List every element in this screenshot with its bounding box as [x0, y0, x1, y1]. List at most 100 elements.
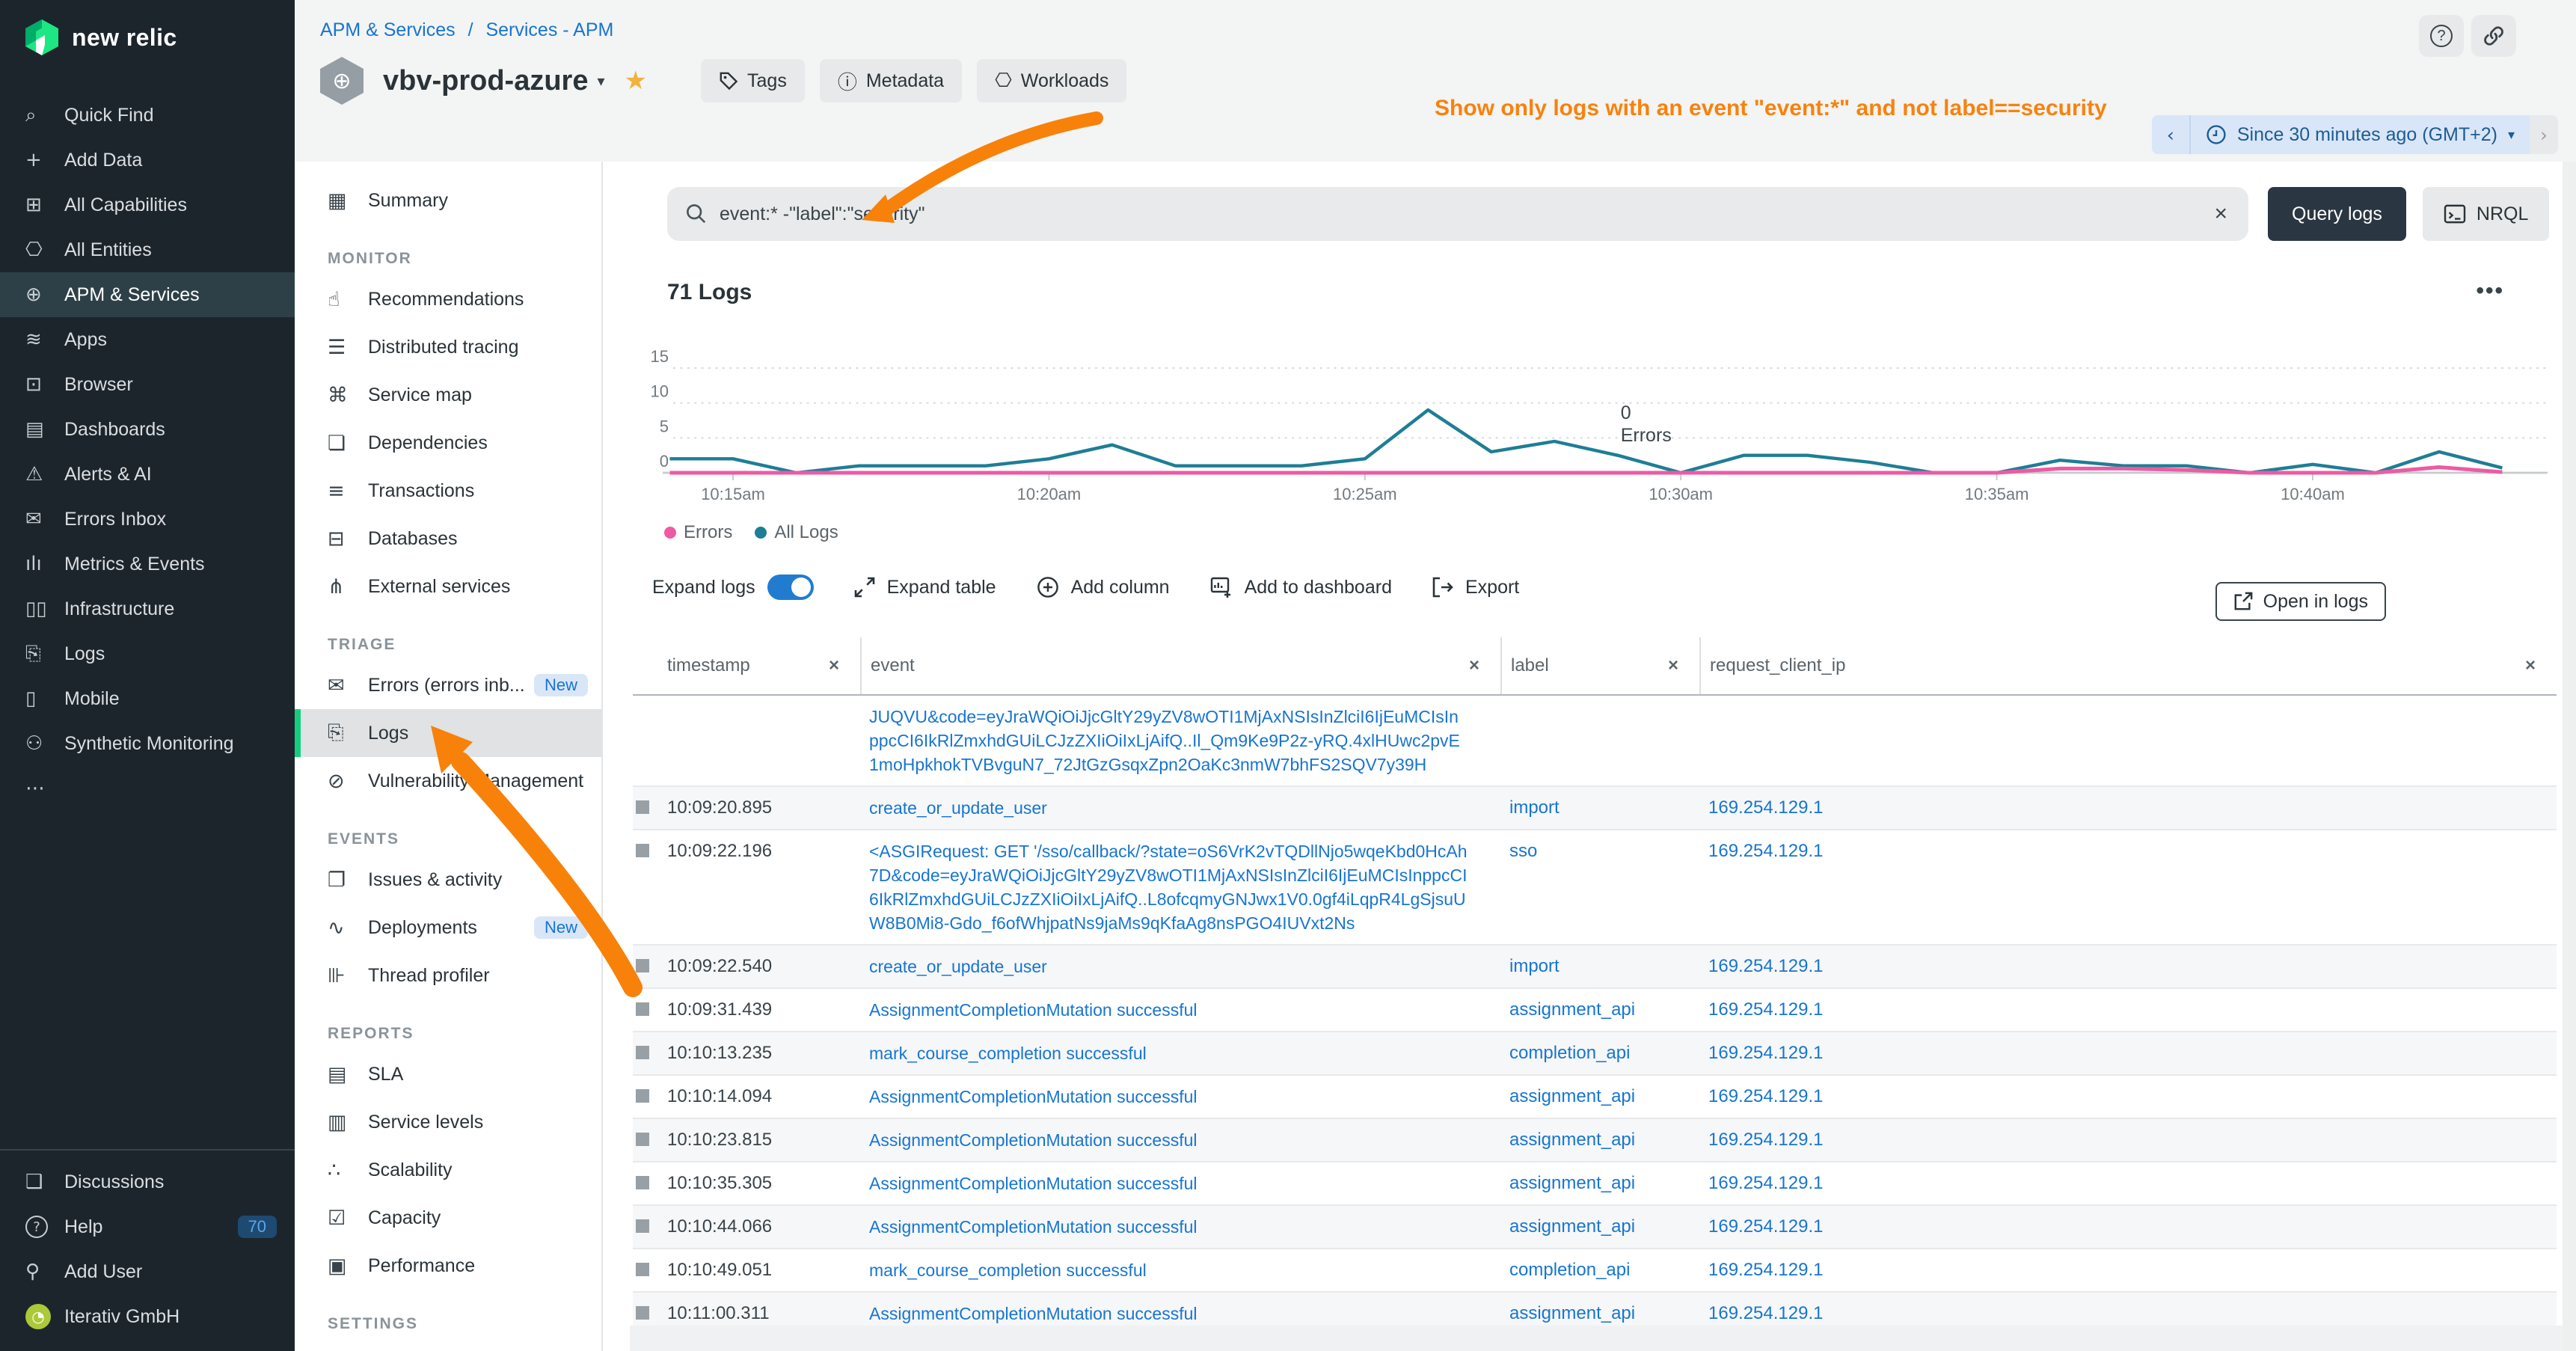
cell-request-client-ip-link[interactable]: 169.254.129.1 — [1708, 1173, 1823, 1193]
cell-request-client-ip-link[interactable]: 169.254.129.1 — [1708, 1086, 1823, 1106]
sidebar-item-logs[interactable]: ⎘Logs — [0, 631, 295, 676]
cell-label-link[interactable]: import — [1509, 797, 1560, 818]
table-row[interactable]: 10:10:23.815AssignmentCompletionMutation… — [633, 1119, 2557, 1162]
cell-event-link[interactable]: AssignmentCompletionMutation successful — [869, 1304, 1197, 1323]
subnav-item-databases[interactable]: ⊟Databases — [295, 515, 601, 563]
subnav-item-dependencies[interactable]: ❏Dependencies — [295, 419, 601, 467]
query-input[interactable] — [720, 203, 2211, 225]
row-selector-icon[interactable] — [636, 1046, 649, 1059]
remove-column-icon[interactable]: × — [829, 655, 839, 676]
cell-event-link[interactable]: mark_course_completion successful — [869, 1260, 1147, 1280]
table-row[interactable]: 10:10:14.094AssignmentCompletionMutation… — [633, 1076, 2557, 1119]
remove-column-icon[interactable]: × — [1469, 655, 1479, 676]
cell-label-link[interactable]: assignment_api — [1509, 1086, 1635, 1106]
row-selector-icon[interactable] — [636, 800, 649, 814]
cell-request-client-ip-link[interactable]: 169.254.129.1 — [1708, 1216, 1823, 1237]
cell-request-client-ip-link[interactable]: 169.254.129.1 — [1708, 999, 1823, 1020]
cell-label-link[interactable]: completion_api — [1509, 1260, 1630, 1280]
subnav-item-sla[interactable]: ▤SLA — [295, 1050, 601, 1098]
sidebar-item-alerts-ai[interactable]: ⚠Alerts & AI — [0, 452, 295, 497]
row-selector-icon[interactable] — [636, 1176, 649, 1189]
cell-label-link[interactable]: assignment_api — [1509, 1130, 1635, 1150]
column-header-request_client_ip[interactable]: request_client_ip× — [1699, 637, 2557, 694]
help-button[interactable]: ? — [2419, 15, 2464, 57]
sidebar-item-quick-find[interactable]: ⌕Quick Find — [0, 93, 295, 138]
breadcrumb-apm-services[interactable]: APM & Services — [320, 19, 456, 40]
cell-request-client-ip-link[interactable]: 169.254.129.1 — [1708, 1303, 1823, 1323]
table-row[interactable]: 10:09:22.540create_or_update_userimport1… — [633, 946, 2557, 989]
cell-event-link[interactable]: AssignmentCompletionMutation successful — [869, 1130, 1197, 1150]
subnav-item-distributed-tracing[interactable]: ☰Distributed tracing — [295, 323, 601, 371]
time-picker-forward[interactable]: › — [2530, 115, 2558, 154]
cell-label-link[interactable]: assignment_api — [1509, 999, 1635, 1020]
cell-request-client-ip-link[interactable]: 169.254.129.1 — [1708, 841, 1823, 861]
row-selector-icon[interactable] — [636, 1089, 649, 1103]
cell-request-client-ip-link[interactable]: 169.254.129.1 — [1708, 797, 1823, 818]
chevron-down-icon[interactable]: ▾ — [597, 72, 604, 90]
cell-event-link[interactable]: mark_course_completion successful — [869, 1044, 1147, 1063]
export-button[interactable]: Export — [1432, 577, 1519, 598]
sidebar-item-all-entities[interactable]: ⎔All Entities — [0, 227, 295, 272]
query-input-box[interactable]: × — [667, 187, 2248, 241]
table-row[interactable]: 10:09:20.895create_or_update_userimport1… — [633, 787, 2557, 830]
cell-request-client-ip-link[interactable]: 169.254.129.1 — [1708, 956, 1823, 976]
cell-event-link[interactable]: <ASGIRequest: GET '/sso/callback/?state=… — [869, 842, 1468, 933]
cell-request-client-ip-link[interactable]: 169.254.129.1 — [1708, 1260, 1823, 1280]
open-in-logs-button[interactable]: Open in logs — [2215, 582, 2386, 621]
row-selector-icon[interactable] — [636, 1263, 649, 1276]
subnav-item-thread-profiler[interactable]: ⊪Thread profiler — [295, 952, 601, 999]
favorite-star-icon[interactable]: ★ — [625, 66, 647, 96]
subnav-item-recommendations[interactable]: ☝Recommendations — [295, 275, 601, 323]
cell-request-client-ip-link[interactable]: 169.254.129.1 — [1708, 1130, 1823, 1150]
subnav-item-errors-inbox-triage[interactable]: ✉Errors (errors inb...New — [295, 661, 601, 709]
clear-query-icon[interactable]: × — [2211, 201, 2230, 227]
cell-event-link[interactable]: AssignmentCompletionMutation successful — [869, 1087, 1197, 1106]
sidebar-item-help[interactable]: ?Help70 — [0, 1204, 295, 1249]
sidebar-item-add-user[interactable]: ⚲Add User — [0, 1249, 295, 1294]
copy-link-button[interactable] — [2471, 15, 2516, 57]
vertical-scrollbar[interactable] — [2563, 162, 2576, 1351]
subnav-item-performance[interactable]: ▣Performance — [295, 1242, 601, 1290]
expand-table-button[interactable]: Expand table — [854, 577, 996, 598]
subnav-item-summary[interactable]: ▦Summary — [295, 177, 601, 224]
cell-request-client-ip-link[interactable]: 169.254.129.1 — [1708, 1043, 1823, 1063]
newrelic-logo[interactable]: new relic — [0, 0, 295, 57]
sidebar-item-infrastructure[interactable]: ▯▯Infrastructure — [0, 586, 295, 631]
subnav-item-capacity[interactable]: ☑Capacity — [295, 1194, 601, 1242]
sidebar-item-metrics-events[interactable]: ılıMetrics & Events — [0, 542, 295, 586]
table-row[interactable]: 10:10:13.235mark_course_completion succe… — [633, 1032, 2557, 1076]
cell-event-link[interactable]: AssignmentCompletionMutation successful — [869, 1217, 1197, 1237]
add-column-button[interactable]: Add column — [1037, 576, 1170, 598]
subnav-item-external-services[interactable]: ⋔External services — [295, 563, 601, 610]
table-row[interactable]: 10:10:44.066AssignmentCompletionMutation… — [633, 1206, 2557, 1249]
legend-item-all-logs[interactable]: All Logs — [755, 522, 838, 543]
sidebar-item-mobile[interactable]: ▯Mobile — [0, 676, 295, 721]
sidebar-item-apm-services[interactable]: ⊕APM & Services — [0, 272, 295, 317]
sidebar-item-synthetic-monitoring[interactable]: ⚇Synthetic Monitoring — [0, 721, 295, 766]
subnav-item-service-levels[interactable]: ▥Service levels — [295, 1098, 601, 1146]
row-selector-icon[interactable] — [636, 1002, 649, 1016]
cell-label-link[interactable]: assignment_api — [1509, 1216, 1635, 1237]
sidebar-item-account[interactable]: ◔Iterativ GmbH — [0, 1294, 295, 1339]
cell-label-link[interactable]: import — [1509, 956, 1560, 976]
horizontal-scrollbar[interactable] — [630, 1326, 2563, 1351]
sidebar-item-errors-inbox[interactable]: ✉Errors Inbox — [0, 497, 295, 542]
sidebar-item-add-data[interactable]: +Add Data — [0, 138, 295, 183]
breadcrumb-services-apm[interactable]: Services - APM — [485, 19, 613, 40]
cell-label-link[interactable]: completion_api — [1509, 1043, 1630, 1063]
time-picker-back[interactable]: ‹ — [2152, 115, 2191, 154]
table-row[interactable]: 10:09:31.439AssignmentCompletionMutation… — [633, 989, 2557, 1032]
row-selector-icon[interactable] — [636, 844, 649, 857]
query-logs-button[interactable]: Query logs — [2268, 187, 2406, 241]
table-row[interactable]: JUQVU&code=eyJraWQiOiJjcGltY29yZV8wOTI1M… — [633, 696, 2557, 787]
cell-event-link[interactable]: create_or_update_user — [869, 957, 1047, 976]
row-selector-icon[interactable] — [636, 1306, 649, 1320]
tags-button[interactable]: Tags — [701, 59, 805, 102]
expand-logs-toggle[interactable]: Expand logs — [652, 575, 814, 600]
cell-label-link[interactable]: assignment_api — [1509, 1303, 1635, 1323]
cell-label-link[interactable]: assignment_api — [1509, 1173, 1635, 1193]
column-header-timestamp[interactable]: timestamp× — [667, 637, 860, 694]
table-row[interactable]: 10:10:35.305AssignmentCompletionMutation… — [633, 1162, 2557, 1206]
column-header-event[interactable]: event× — [860, 637, 1500, 694]
sidebar-item-more[interactable]: ⋯ — [0, 766, 295, 811]
